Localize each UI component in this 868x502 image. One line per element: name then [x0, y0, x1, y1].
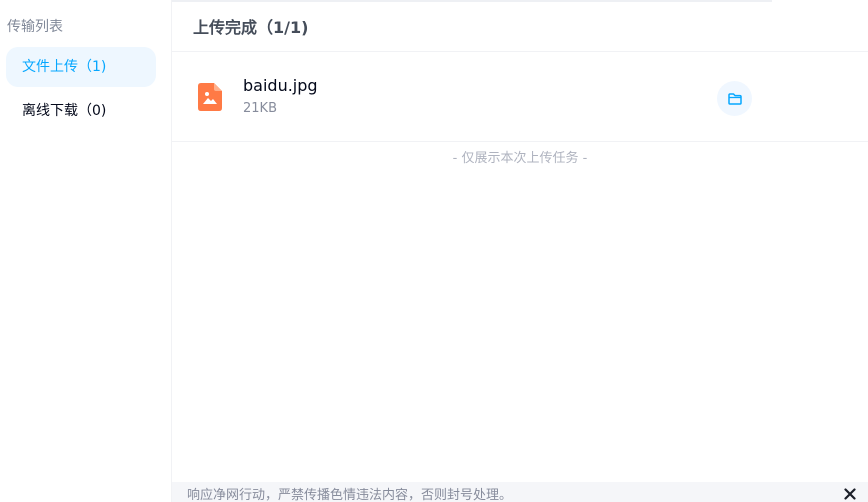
sidebar-item-offline-download[interactable]: 离线下载（0) — [6, 91, 156, 131]
upload-file-row[interactable]: baidu.jpg 21KB — [172, 52, 868, 142]
sidebar: 传输列表 文件上传（1) 离线下载（0) — [0, 0, 172, 502]
footer-notice-text: 响应净网行动，严禁传播色情违法内容，否则封号处理。 — [187, 488, 513, 502]
image-file-icon — [198, 83, 222, 111]
file-name: baidu.jpg — [243, 76, 318, 95]
page-title: 上传完成（1/1) — [193, 18, 309, 37]
transfer-list-window: 传输列表 文件上传（1) 离线下载（0) 上传完成（1/1) baidu.jpg… — [0, 0, 868, 502]
sidebar-item-file-upload[interactable]: 文件上传（1) — [6, 47, 156, 87]
upload-scope-note: - 仅展示本次上传任务 - — [452, 151, 588, 166]
main-panel: 上传完成（1/1) baidu.jpg 21KB - 仅展示本次上传任务 - 响… — [172, 0, 868, 502]
footer-notice-bar: 响应净网行动，严禁传播色情违法内容，否则封号处理。 — [172, 482, 868, 502]
open-folder-button[interactable] — [717, 81, 752, 116]
close-icon[interactable] — [844, 488, 856, 500]
file-size: 21KB — [243, 101, 277, 116]
main-header: 上传完成（1/1) — [172, 0, 868, 52]
sidebar-title: 传输列表 — [7, 19, 63, 35]
folder-icon — [727, 92, 742, 105]
